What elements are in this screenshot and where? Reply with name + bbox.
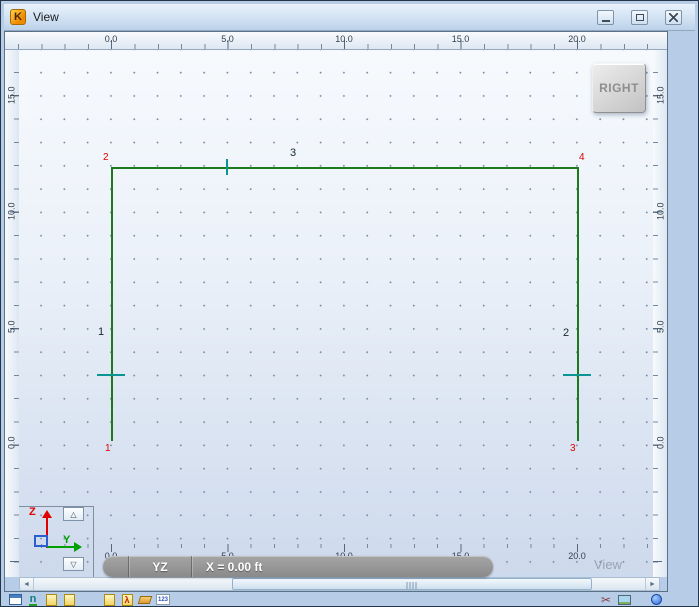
ruler-left: 15.0 10.0 5.0 0.0 bbox=[5, 50, 19, 577]
yellow-page-icon bbox=[103, 593, 115, 606]
window-icon bbox=[8, 594, 22, 605]
maximize-button[interactable] bbox=[631, 10, 648, 25]
globe-icon bbox=[650, 594, 662, 605]
view-window: K View 0.0 5.0 10.0 15.0 20.0 15.0 10.0 … bbox=[0, 0, 699, 607]
numbers-icon: 123 bbox=[156, 594, 170, 605]
yellow-page-icon bbox=[63, 593, 75, 606]
ruler-left-label: 0.0 bbox=[6, 436, 17, 450]
member-label-2[interactable]: 2 bbox=[563, 327, 569, 339]
ruler-left-label: 5.0 bbox=[6, 320, 17, 334]
axis-panel-border-right bbox=[93, 506, 94, 577]
up-triangle-icon: △ bbox=[70, 509, 77, 519]
ruler-left-label: 15.0 bbox=[6, 86, 17, 104]
node-label-4[interactable]: 4 bbox=[579, 152, 585, 163]
ruler-top-label: 20.0 bbox=[568, 34, 586, 44]
minimize-button[interactable] bbox=[597, 10, 614, 25]
scroll-right-button[interactable]: ► bbox=[645, 578, 659, 590]
axis-up-button[interactable]: △ bbox=[63, 507, 84, 521]
scroll-grip-icon bbox=[406, 582, 418, 589]
ruler-left-label: 10.0 bbox=[6, 202, 17, 220]
member-line-1[interactable] bbox=[111, 167, 113, 441]
window-title: View bbox=[33, 10, 59, 24]
window-view-button[interactable] bbox=[7, 593, 23, 606]
cut-tool-button[interactable]: ✂ bbox=[598, 592, 614, 607]
node-label-2[interactable]: 2 bbox=[103, 152, 109, 163]
axis-plane-indicator bbox=[34, 535, 48, 547]
member-midpoint-tick bbox=[226, 159, 228, 175]
app-icon[interactable]: K bbox=[10, 9, 26, 25]
axis-y-label: Y bbox=[63, 534, 71, 546]
member-line-3[interactable] bbox=[111, 167, 578, 169]
scroll-thumb[interactable] bbox=[232, 578, 592, 590]
yellow-page-icon bbox=[45, 593, 57, 606]
scroll-left-button[interactable]: ◄ bbox=[20, 578, 34, 590]
lambda-icon: λ bbox=[121, 593, 133, 606]
ruler-bottom-label: 20.0 bbox=[568, 551, 586, 561]
font-tool-button[interactable]: n bbox=[25, 593, 41, 606]
axis-y-arrow bbox=[47, 546, 74, 548]
node-label-3[interactable]: 3 bbox=[570, 443, 576, 454]
axis-y-arrowhead-icon bbox=[74, 542, 82, 552]
close-icon bbox=[669, 13, 678, 22]
axis-down-button[interactable]: ▽ bbox=[63, 557, 84, 571]
function-tool-button[interactable]: λ bbox=[119, 593, 135, 606]
window-controls bbox=[597, 10, 682, 25]
down-triangle-icon: ▽ bbox=[70, 559, 77, 569]
ruler-top-label: 5.0 bbox=[221, 34, 234, 44]
maximize-icon bbox=[635, 14, 644, 21]
view-watermark: View bbox=[594, 557, 622, 572]
member-midpoint-tick bbox=[97, 374, 125, 376]
status-divider bbox=[191, 556, 192, 577]
scissors-icon: ✂ bbox=[600, 592, 612, 607]
ruler-top: 0.0 5.0 10.0 15.0 20.0 bbox=[5, 32, 667, 50]
globe-tool-button[interactable] bbox=[648, 593, 664, 606]
sheet-button-2[interactable] bbox=[61, 593, 77, 606]
scroll-right-icon: ► bbox=[649, 580, 656, 588]
numbering-tool-button[interactable]: 123 bbox=[155, 593, 171, 606]
ruler-right-label: 10.0 bbox=[655, 202, 666, 220]
status-coordinate-label: X = 0.00 ft bbox=[206, 559, 263, 574]
scroll-left-icon: ◄ bbox=[23, 580, 30, 588]
titlebar[interactable]: K View bbox=[4, 4, 695, 31]
close-button[interactable] bbox=[665, 10, 682, 25]
letter-n-icon: n bbox=[28, 592, 38, 606]
ruler-right: 15.0 10.0 5.0 0.0 bbox=[653, 50, 667, 577]
ruler-top-label: 15.0 bbox=[451, 34, 470, 44]
member-label-1[interactable]: 1 bbox=[98, 326, 104, 338]
view-client-area: 0.0 5.0 10.0 15.0 20.0 15.0 10.0 5.0 0.0… bbox=[4, 31, 668, 592]
eraser-tool-button[interactable] bbox=[137, 593, 153, 606]
sheet-button-1[interactable] bbox=[43, 593, 59, 606]
status-overlay: YZ X = 0.00 ft bbox=[103, 556, 493, 577]
image-icon bbox=[617, 594, 631, 605]
ruler-right-label: 15.0 bbox=[655, 86, 666, 104]
ruler-right-label: 5.0 bbox=[655, 320, 666, 334]
minimize-icon bbox=[601, 20, 610, 22]
node-label-1[interactable]: 1 bbox=[105, 443, 111, 454]
member-line-2[interactable] bbox=[577, 167, 579, 441]
bottom-toolbar: n λ 123 ✂ bbox=[4, 592, 697, 607]
ruler-top-label: 0.0 bbox=[104, 34, 118, 44]
axis-z-label: Z bbox=[29, 506, 36, 518]
image-tool-button[interactable] bbox=[616, 593, 632, 606]
member-midpoint-tick bbox=[563, 374, 591, 376]
doc-tool-button[interactable] bbox=[101, 593, 117, 606]
status-plane-label: YZ bbox=[152, 559, 168, 574]
view-orientation-button[interactable]: RIGHT bbox=[592, 63, 646, 113]
member-label-3[interactable]: 3 bbox=[290, 147, 296, 159]
horizontal-scrollbar[interactable]: ◄ ► bbox=[19, 577, 660, 591]
axis-z-arrowhead-icon bbox=[42, 510, 52, 518]
drawing-canvas[interactable]: 1 2 3 4 1 2 3 RIGHT 0.0 5.0 10.0 15.0 20… bbox=[19, 50, 653, 577]
ruler-top-label: 10.0 bbox=[335, 34, 353, 44]
eraser-icon bbox=[137, 595, 153, 604]
ruler-right-label: 0.0 bbox=[655, 436, 666, 450]
